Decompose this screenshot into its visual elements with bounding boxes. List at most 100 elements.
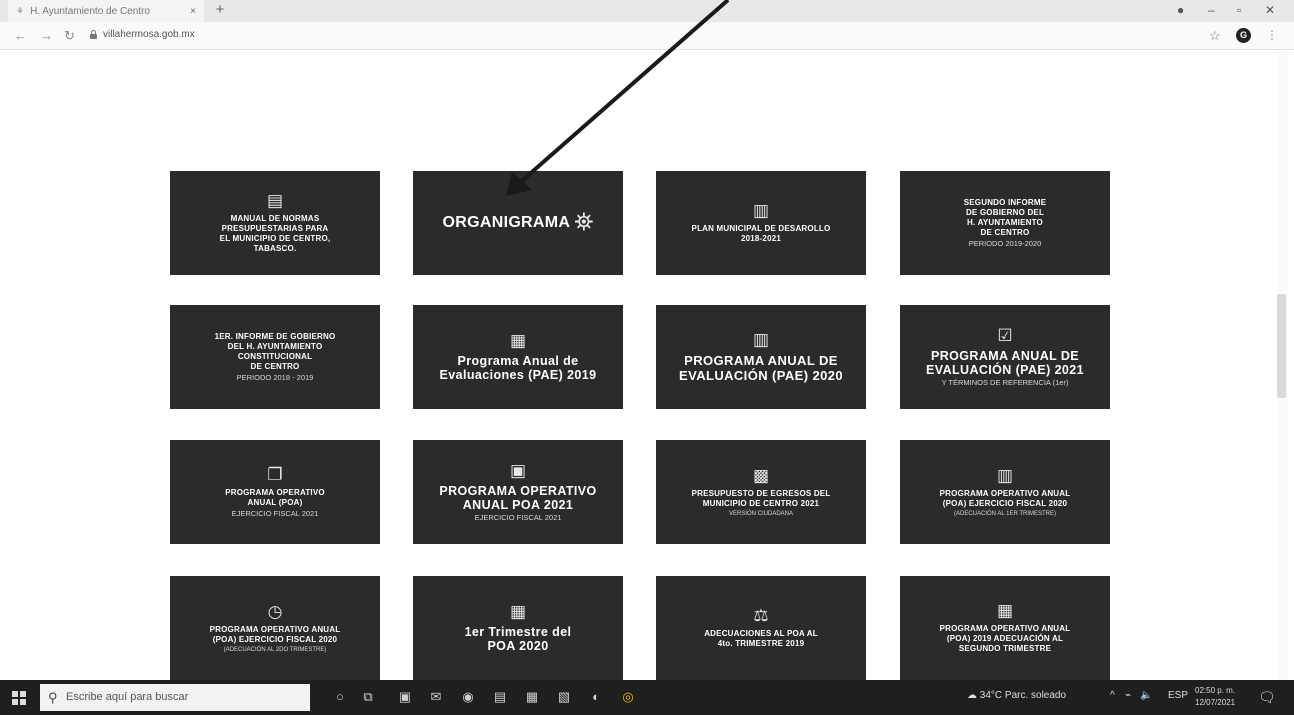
card-title-line: PROGRAMA OPERATIVO ANUAL [209,624,341,634]
back-icon[interactable]: ← [14,28,27,44]
card-title: PLAN MUNICIPAL DE DESAROLLO 2018-2021 [692,224,831,244]
card-title-line: 1ER. INFORME DE GOBIERNO [214,331,336,341]
card-title-line: PROGRAMA ANUAL DE [684,353,838,368]
system-clock[interactable]: 02:50 p. m. 12/07/2021 [1195,685,1235,709]
reload-icon[interactable]: ↻ [64,28,75,44]
tab-close-icon[interactable]: × [190,6,196,17]
card-subtitle: Y TÉRMINOS DE REFERENCIA (1er) [941,377,1069,387]
bookmark-star-icon[interactable]: ☆ [1209,28,1221,44]
chrome-icon[interactable]: ◎ [620,689,636,705]
document-icon: ▤ [266,191,284,210]
browser-tab[interactable]: ⚘ H. Ayuntamiento de Centro × [8,0,204,22]
address-bar[interactable]: villahermosa.gob.mx [103,29,195,40]
card-title-line: ANUAL POA 2021 [462,497,574,512]
document-card[interactable]: ▥ PLAN MUNICIPAL DE DESAROLLO 2018-2021 [656,171,866,275]
card-title-line: DE CENTRO [250,361,300,371]
edge-icon[interactable]: ◉ [460,689,476,705]
favicon-icon: ⚘ [16,5,25,16]
volume-icon[interactable]: 🔈 [1140,690,1152,701]
card-subtitle: PERIODO 2018 - 2019 [236,372,314,382]
checklist-icon: ☑ [997,325,1013,345]
card-title-line: DE GOBIERNO DEL [965,207,1045,217]
browser-tab-bar: ⚘ H. Ayuntamiento de Centro × + ● – ▫ ✕ [0,0,1294,22]
card-title-line: SEGUNDO INFORME [963,197,1047,207]
excel-icon[interactable]: ▦ [524,689,540,705]
task-view-icon[interactable]: ⧉ [360,689,376,705]
cortana-icon[interactable]: ○ [332,689,348,705]
card-title-line: POA 2020 [487,639,549,653]
calculator-icon: ▩ [752,465,770,485]
card-title-line: ANUAL (POA) [247,497,303,507]
card-title-line: MUNICIPIO DE CENTRO 2021 [702,498,820,508]
word-icon[interactable]: ▧ [556,689,572,705]
card-title: SEGUNDO INFORME DE GOBIERNO DEL H. AYUNTAM… [964,198,1047,238]
card-title-line: EVALUACIÓN (PAE) 2020 [679,368,843,383]
clock-document-icon: ◷ [267,601,283,621]
forward-icon[interactable]: → [40,28,53,44]
store-icon[interactable]: ▣ [397,689,413,705]
document-card[interactable]: ☑ PROGRAMA ANUAL DE EVALUACIÓN (PAE) 2021 Y… [900,305,1110,409]
record-icon[interactable]: ● [1177,2,1184,18]
document-card[interactable]: ▣ PROGRAMA OPERATIVO ANUAL POA 2021 EJERCIC… [413,440,623,544]
card-title-line: (POA) EJERCICIO FISCAL 2020 [942,498,1068,508]
card-title: PRESUPUESTO DE EGRESOS DEL MUNICIPIO DE C… [692,489,831,509]
card-title-line: EVALUACIÓN (PAE) 2021 [926,362,1084,377]
lock-icon [90,30,97,39]
document-card[interactable]: SEGUNDO INFORME DE GOBIERNO DEL H. AYUNTAM… [900,171,1110,275]
card-title-line: PRESUPUESTO DE EGRESOS DEL [691,488,831,498]
mail-icon[interactable]: ✉ [428,689,444,705]
card-title-line: PROGRAMA OPERATIVO [439,483,597,498]
document-card[interactable]: ◷ PROGRAMA OPERATIVO ANUAL (POA) EJERCICIO… [170,576,380,680]
card-title-line: (POA) EJERCICIO FISCAL 2020 [212,634,338,644]
money-chart-icon: ⚖ [753,606,769,625]
card-subtitle: (ADECUACIÓN AL 1ER TRIMESTRE) [953,510,1057,517]
more-menu-icon[interactable]: ⋮ [1266,28,1278,42]
card-title: MANUAL DE NORMAS PRESUPUESTARIAS PARA EL M… [220,214,331,254]
scrollbar[interactable] [1277,50,1288,680]
close-window-icon[interactable]: ✕ [1265,2,1275,18]
file-explorer-icon[interactable]: ▤ [492,689,508,705]
card-title-line: Evaluaciones (PAE) 2019 [439,368,597,382]
document-card[interactable]: ▥ PROGRAMA ANUAL DE EVALUACIÓN (PAE) 2020 [656,305,866,409]
search-placeholder: Escribe aquí para buscar [66,691,189,703]
document-card[interactable]: ▦ PROGRAMA OPERATIVO ANUAL (POA) 2019 ADEC… [900,576,1110,680]
card-title-line: DE CENTRO [980,227,1030,237]
maximize-icon[interactable]: ▫ [1237,2,1241,18]
minimize-icon[interactable]: – [1208,2,1215,18]
card-title: PROGRAMA OPERATIVO ANUAL (POA) EJERCICIO … [940,489,1071,509]
card-title-line: 2018-2021 [740,234,782,243]
language-indicator[interactable]: ESP [1168,690,1188,701]
card-title-line: H. AYUNTAMIENTO [967,217,1043,227]
card-title: ADECUACIONES AL POA AL 4to. TRIMESTRE 201… [704,629,818,649]
weather-widget[interactable]: ☁ 34°C Parc. soleado [967,690,1066,701]
clock-time: 02:50 p. m. [1195,686,1236,695]
card-title-line: PROGRAMA OPERATIVO [225,487,325,497]
document-card[interactable]: ▦ 1er Trimestre del POA 2020 [413,576,623,680]
document-card[interactable]: 1ER. INFORME DE GOBIERNO DEL H. AYUNTAMIE… [170,305,380,409]
tray-chevron-icon[interactable]: ^ [1110,690,1115,701]
profile-avatar[interactable]: G [1236,28,1251,43]
search-icon: ⚲ [48,690,58,705]
card-title-line: TABASCO. [253,244,297,253]
card-title-line: DEL H. AYUNTAMIENTO [227,341,323,351]
card-title-line: MANUAL DE NORMAS [230,214,320,223]
document-card[interactable]: ▤ MANUAL DE NORMAS PRESUPUESTARIAS PARA EL … [170,171,380,275]
document-card[interactable]: ▥ PROGRAMA OPERATIVO ANUAL (POA) EJERCICIO… [900,440,1110,544]
notifications-icon[interactable]: 🗨 [1258,689,1276,706]
document-card[interactable]: ▦ Programa Anual de Evaluaciones (PAE) 201… [413,305,623,409]
document-card[interactable]: ▩ PRESUPUESTO DE EGRESOS DEL MUNICIPIO DE … [656,440,866,544]
network-icon[interactable]: ⌁ [1125,690,1131,701]
taskbar-search-input[interactable]: ⚲ Escribe aquí para buscar [40,684,310,711]
media-player-icon[interactable]: ◐ [588,689,604,705]
card-title: PROGRAMA ANUAL DE EVALUACIÓN (PAE) 2021 [926,349,1084,377]
document-card[interactable]: ORGANIGRAMA ⛯ [413,171,623,275]
document-card[interactable]: ⚖ ADECUACIONES AL POA AL 4to. TRIMESTRE 20… [656,576,866,680]
card-subtitle: VERSIÓN CIUDADANA [728,510,793,517]
card-subtitle: EJERCICIO FISCAL 2021 [231,508,319,518]
screen: ⚘ H. Ayuntamiento de Centro × + ● – ▫ ✕ … [0,0,1294,715]
new-tab-button[interactable]: + [212,2,228,18]
document-card[interactable]: ❐ PROGRAMA OPERATIVO ANUAL (POA) EJERCICIO … [170,440,380,544]
card-title-line: ORGANIGRAMA [442,214,571,231]
windows-start-icon[interactable] [12,691,26,705]
scrollbar-thumb[interactable] [1277,294,1286,398]
